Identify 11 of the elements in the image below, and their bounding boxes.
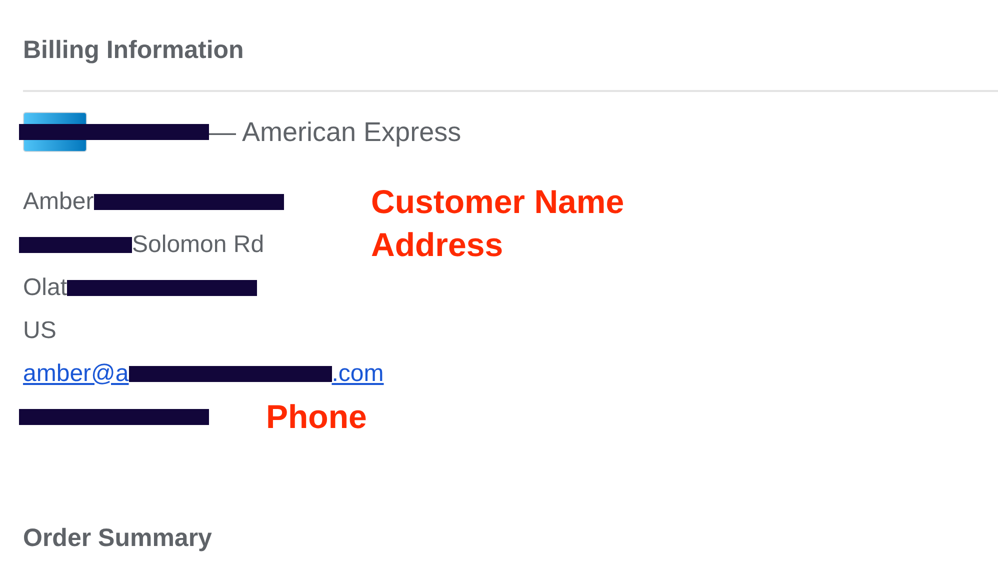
address-text: Amber [23,188,94,216]
address-text: Solomon Rd [132,230,264,258]
annotation-label: Phone [266,397,367,437]
email-link[interactable]: amber@a .com [23,360,384,388]
card-label: — American Express [209,116,462,148]
section-title: Billing Information [23,35,245,66]
address-text: Olat [23,274,68,302]
section-title: Order Summary [23,523,213,554]
annotation-label: Customer Name [371,182,624,222]
address-text: US [23,316,56,344]
annotation-label: Address [371,225,504,265]
